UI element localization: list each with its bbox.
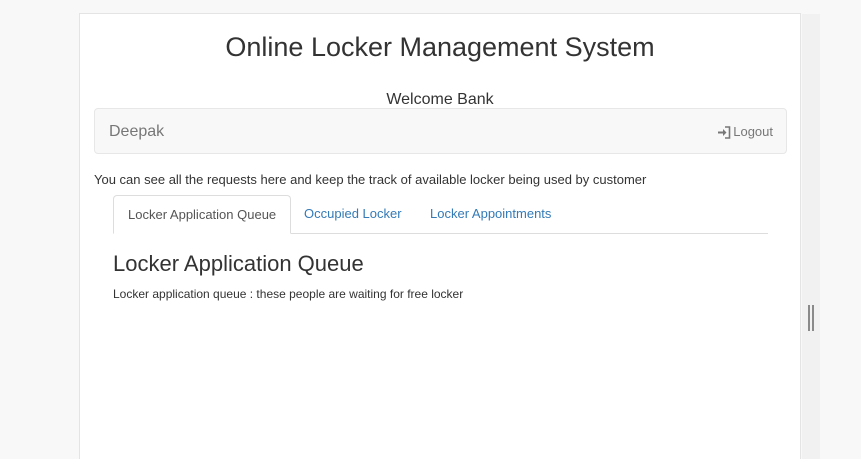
intro-text: You can see all the requests here and ke… bbox=[94, 172, 647, 187]
resize-handle[interactable] bbox=[808, 305, 814, 331]
page-title: Online Locker Management System bbox=[225, 32, 655, 62]
welcome-text: Welcome Bank bbox=[386, 91, 494, 108]
tab-occupied-locker[interactable]: Occupied Locker bbox=[290, 195, 416, 234]
tab-locker-appointments[interactable]: Locker Appointments bbox=[416, 195, 565, 234]
logout-label: Logout bbox=[733, 124, 773, 139]
section-heading: Locker Application Queue bbox=[113, 251, 364, 276]
main-container: Online Locker Management System Welcome … bbox=[79, 13, 801, 459]
logout-button[interactable]: Logout bbox=[717, 124, 773, 140]
sign-in-icon bbox=[718, 125, 731, 139]
side-gutter bbox=[802, 14, 820, 459]
navbar-brand-user[interactable]: Deepak bbox=[109, 122, 164, 142]
tab-locker-application-queue[interactable]: Locker Application Queue bbox=[113, 195, 292, 234]
navbar: Deepak Logout bbox=[94, 108, 787, 154]
tab-bar: Locker Application Queue Occupied Locker… bbox=[113, 195, 768, 234]
section-description: Locker application queue : these people … bbox=[113, 287, 464, 301]
